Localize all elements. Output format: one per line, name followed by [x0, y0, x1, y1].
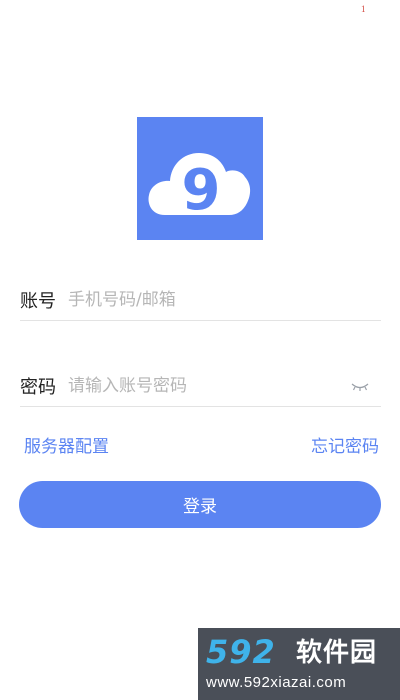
corner-mark: 1	[361, 4, 366, 14]
login-screen: 1 9 账号 密码 服务器配置 忘记密码 登录 592 软件园 www.592x…	[0, 0, 400, 700]
forgot-password-link[interactable]: 忘记密码	[311, 432, 379, 457]
cloud-icon: 9	[148, 153, 251, 223]
watermark-name: 软件园	[296, 638, 378, 668]
account-field: 账号	[20, 280, 381, 321]
password-input[interactable]	[66, 370, 349, 402]
password-label: 密码	[20, 377, 56, 398]
logo-glyph: 9	[182, 158, 221, 223]
watermark-url: www.592xiazai.com	[206, 674, 347, 691]
watermark-logo: 592	[206, 633, 276, 671]
watermark: 592 软件园 www.592xiazai.com	[198, 628, 400, 700]
server-config-link[interactable]: 服务器配置	[24, 432, 109, 457]
password-field: 密码	[20, 366, 381, 407]
app-logo: 9	[137, 117, 263, 240]
eye-closed-icon[interactable]	[349, 378, 371, 394]
account-input[interactable]	[66, 284, 381, 316]
login-button[interactable]: 登录	[19, 481, 381, 528]
account-label: 账号	[20, 291, 56, 312]
